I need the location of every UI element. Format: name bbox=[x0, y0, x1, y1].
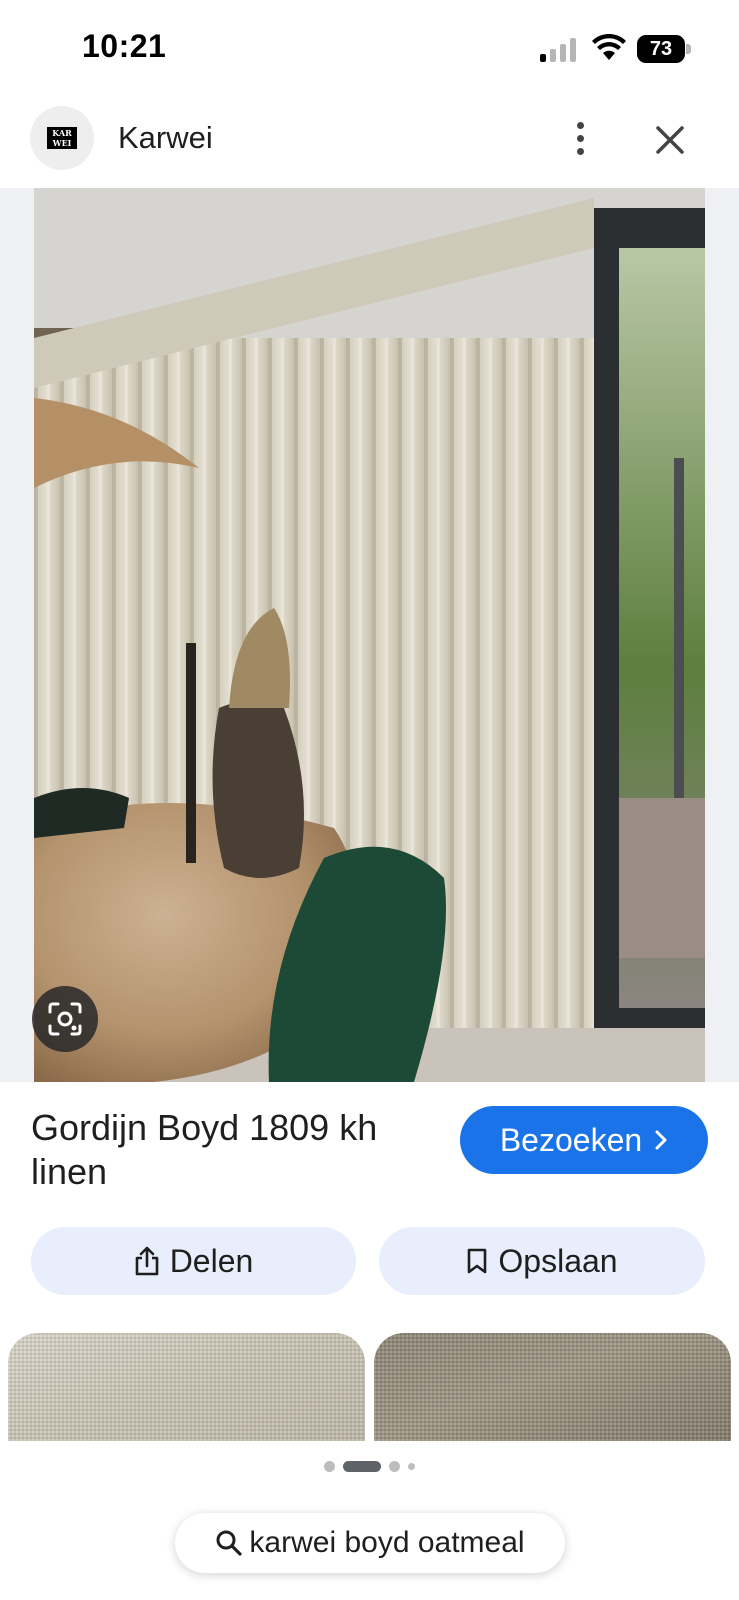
product-title: Gordijn Boyd 1809 kh linen bbox=[31, 1107, 378, 1192]
carousel-indicator bbox=[0, 1459, 739, 1473]
battery-icon: 73 bbox=[637, 35, 691, 63]
source-name[interactable]: Karwei bbox=[118, 120, 213, 156]
save-button-label: Opslaan bbox=[498, 1242, 618, 1279]
search-query-chip[interactable]: karwei boyd oatmeal bbox=[175, 1513, 565, 1573]
chevron-right-icon bbox=[655, 1130, 667, 1150]
visit-button[interactable]: Bezoeken bbox=[460, 1106, 708, 1174]
source-logo[interactable]: KAR WEI bbox=[30, 106, 94, 170]
source-logo-text: KAR WEI bbox=[47, 127, 77, 149]
related-thumbnail[interactable] bbox=[8, 1333, 365, 1441]
share-icon bbox=[135, 1246, 158, 1276]
search-icon bbox=[216, 1530, 243, 1556]
status-bar: 10:21 73 bbox=[0, 0, 739, 100]
visit-button-label: Bezoeken bbox=[499, 1121, 643, 1158]
bookmark-icon bbox=[468, 1248, 487, 1274]
page-dot bbox=[324, 1460, 335, 1472]
wifi-icon bbox=[592, 34, 626, 60]
save-button[interactable]: Opslaan bbox=[379, 1227, 705, 1295]
page-dot-active bbox=[343, 1460, 381, 1472]
lens-icon[interactable] bbox=[32, 986, 98, 1052]
more-vert-icon[interactable] bbox=[560, 114, 600, 162]
page-dot bbox=[408, 1462, 415, 1470]
close-icon[interactable] bbox=[648, 118, 692, 162]
battery-level: 73 bbox=[649, 38, 673, 60]
product-image[interactable] bbox=[34, 188, 705, 1082]
share-button[interactable]: Delen bbox=[31, 1227, 356, 1295]
page-dot bbox=[389, 1460, 400, 1472]
related-results bbox=[0, 1333, 739, 1441]
cellular-signal-icon bbox=[540, 38, 578, 62]
image-viewer bbox=[0, 188, 739, 1082]
search-query: karwei boyd oatmeal bbox=[249, 1526, 525, 1559]
source-header: KAR WEI Karwei bbox=[0, 100, 739, 188]
share-button-label: Delen bbox=[169, 1242, 254, 1279]
related-thumbnail[interactable] bbox=[374, 1333, 731, 1441]
status-time: 10:21 bbox=[82, 28, 167, 64]
